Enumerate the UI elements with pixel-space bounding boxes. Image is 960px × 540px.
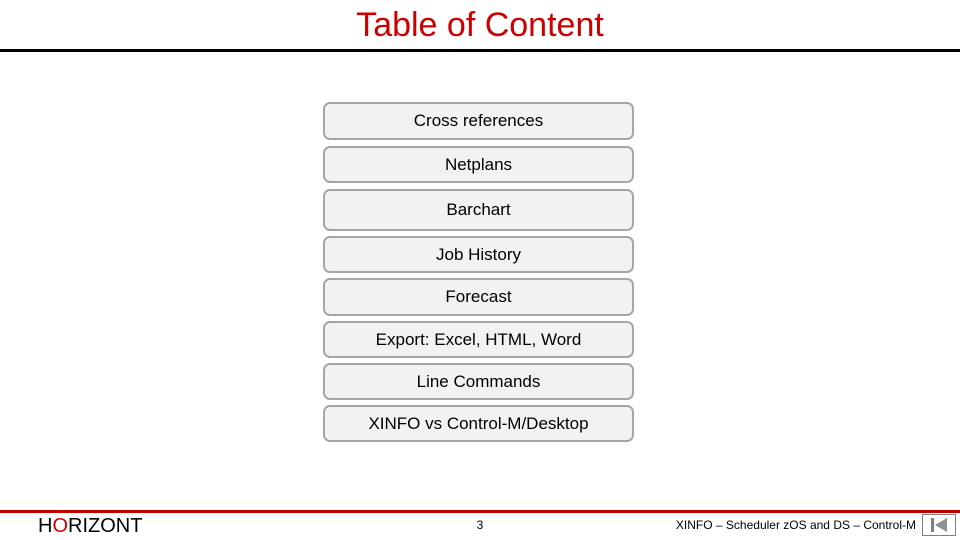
logo-text-o: O [52, 515, 69, 537]
toc-item-barchart[interactable]: Barchart [323, 189, 634, 231]
page-number: 3 [476, 518, 484, 532]
toc-item-job-history[interactable]: Job History [323, 236, 634, 273]
footer-divider [0, 510, 960, 513]
toc-item-export[interactable]: Export: Excel, HTML, Word [323, 321, 634, 358]
first-slide-icon [931, 518, 947, 532]
first-slide-button[interactable] [922, 514, 956, 536]
toc-item-xinfo-vs-control-m[interactable]: XINFO vs Control-M/Desktop [323, 405, 634, 442]
logo-text-h: H [38, 515, 53, 537]
logo-text-rest: RIZONT [68, 515, 143, 537]
horizont-logo: HORIZONT [38, 515, 142, 538]
toc-item-line-commands[interactable]: Line Commands [323, 363, 634, 400]
toc-item-forecast[interactable]: Forecast [323, 278, 634, 316]
toc-item-netplans[interactable]: Netplans [323, 146, 634, 183]
footer-caption: XINFO – Scheduler zOS and DS – Control-M [675, 518, 916, 532]
toc-item-cross-references[interactable]: Cross references [323, 102, 634, 140]
page-title: Table of Content [356, 6, 604, 44]
title-divider [0, 49, 960, 52]
